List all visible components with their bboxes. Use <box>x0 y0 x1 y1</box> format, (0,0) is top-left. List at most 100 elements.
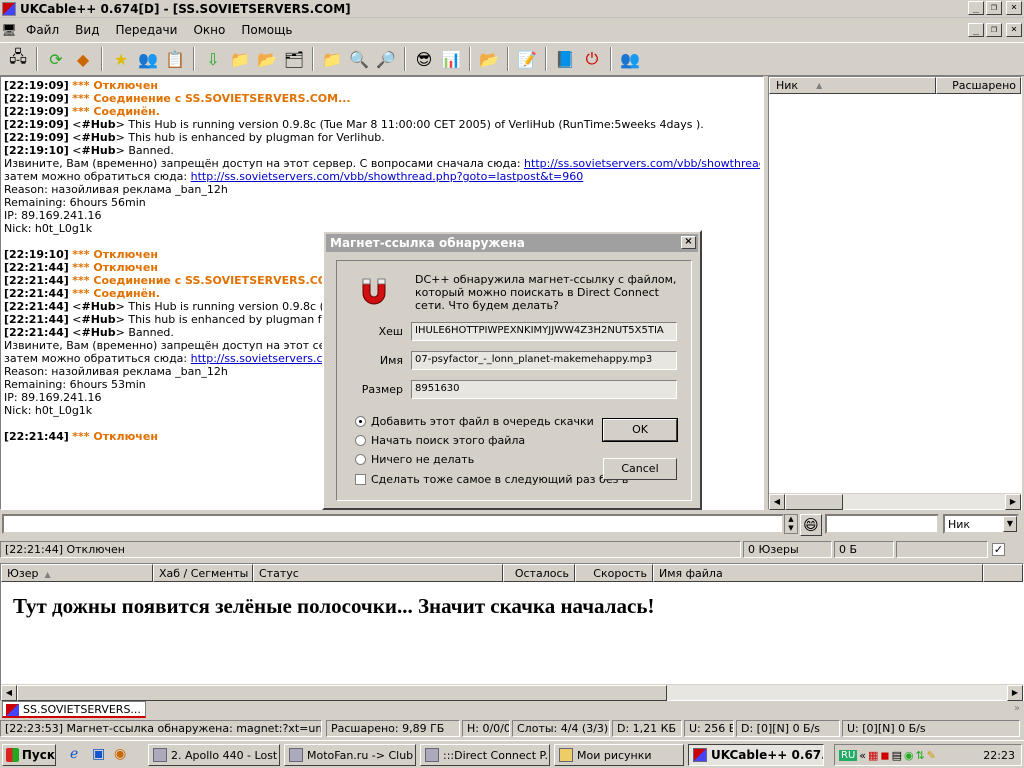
option-add-queue[interactable]: Добавить этот файл в очередь скачки <box>355 415 594 428</box>
media-player-icon[interactable]: ◉ <box>114 746 126 762</box>
menu-help[interactable]: Помощь <box>233 23 300 37</box>
chat-nick[interactable]: #Hub <box>82 118 116 131</box>
task-browser-motofan[interactable]: MotoFan.ru -> Club ... <box>284 744 416 766</box>
transfers-hscrollbar[interactable]: ◀ ▶ <box>1 684 1023 701</box>
chat-nick[interactable]: #Hub <box>82 313 116 326</box>
userlist-hscrollbar[interactable]: ◀ ▶ <box>769 493 1021 510</box>
option-search[interactable]: Начать поиск этого файла <box>355 434 525 447</box>
column-hub-segments[interactable]: Хаб / Сегменты <box>153 564 253 582</box>
main-status-bar: [22:23:53] Магнет-ссылка обнаружена: mag… <box>0 720 1024 738</box>
message-input[interactable] <box>2 514 784 534</box>
filter-column-select[interactable]: Ник ▼ <box>943 514 1019 534</box>
users-block-icon[interactable]: 👥 <box>618 47 642 71</box>
remember-choice[interactable]: Сделать тоже самое в следующий раз без в <box>355 473 628 486</box>
menu-window[interactable]: Окно <box>185 23 233 37</box>
mdi-restore-button[interactable]: ❐ <box>986 23 1002 37</box>
adl-search-icon[interactable]: 🔎 <box>374 47 398 71</box>
favorite-hubs-icon[interactable]: ★ <box>109 47 133 71</box>
finished-downloads-icon[interactable]: 📁 <box>228 47 252 71</box>
mdi-close-button[interactable]: × <box>1006 23 1022 37</box>
tab-hub[interactable]: SS.SOVIETSERVERS... <box>2 701 146 718</box>
restore-button[interactable]: ❐ <box>986 1 1002 15</box>
favorite-users-icon[interactable]: 👥 <box>136 47 160 71</box>
notepad-icon[interactable]: 📘 <box>553 47 577 71</box>
column-filename[interactable]: Имя файла <box>653 564 983 582</box>
show-desktop-icon[interactable]: ▣ <box>92 746 105 762</box>
task-my-pictures[interactable]: Мои рисунки <box>554 744 684 766</box>
user-filter-input[interactable] <box>825 514 939 534</box>
tray-app-icon[interactable]: ▦ <box>868 749 878 762</box>
column-extra[interactable] <box>983 564 1023 582</box>
remember-checkbox[interactable] <box>355 474 366 485</box>
scroll-thumb[interactable] <box>785 494 843 510</box>
app-menu-icon[interactable]: 🖥 <box>0 18 18 42</box>
show-userlist-checkbox[interactable]: ✓ <box>992 543 1005 556</box>
chevron-down-icon[interactable]: ▼ <box>1003 516 1017 532</box>
search-folder-icon[interactable]: 📁 <box>320 47 344 71</box>
search-icon[interactable]: 🔍 <box>347 47 371 71</box>
radio-add-queue[interactable] <box>355 416 366 427</box>
size-field[interactable]: 8951630 <box>411 380 677 399</box>
ok-button[interactable]: OK <box>602 418 678 442</box>
finished-uploads-icon[interactable]: 🗂 <box>282 47 306 71</box>
search-spy-icon[interactable]: 😎 <box>412 47 436 71</box>
name-field[interactable]: 07-psyfactor_-_lonn_planet-makemehappy.m… <box>411 351 677 370</box>
upload-queue-icon[interactable]: 📂 <box>255 47 279 71</box>
scroll-left-icon[interactable]: ◀ <box>1 685 17 701</box>
column-nick[interactable]: Ник ▲ <box>769 77 936 94</box>
tray-app-icon[interactable]: ✎ <box>927 749 936 762</box>
radio-nothing[interactable] <box>355 454 366 465</box>
start-button[interactable]: Пуск <box>2 744 56 766</box>
download-queue-icon[interactable]: ⇩ <box>201 47 225 71</box>
ie-icon[interactable]: ℯ <box>70 746 78 762</box>
language-indicator[interactable]: RU <box>839 749 858 761</box>
open-file-list-icon[interactable]: 📂 <box>477 47 501 71</box>
menu-file[interactable]: Файл <box>18 23 67 37</box>
task-browser-dc[interactable]: :::Direct Connect P... <box>420 744 550 766</box>
recent-hubs-icon[interactable]: 📋 <box>163 47 187 71</box>
tray-expand-icon[interactable]: « <box>859 749 866 762</box>
network-stats-icon[interactable]: 📊 <box>439 47 463 71</box>
menu-view[interactable]: Вид <box>67 23 107 37</box>
chat-nick[interactable]: #Hub <box>82 326 116 339</box>
user-list[interactable]: Ник ▲ Расшарено ◀ ▶ <box>768 76 1022 510</box>
column-status[interactable]: Статус <box>253 564 503 582</box>
shutdown-icon[interactable]: ⏻ <box>580 47 604 71</box>
dialog-close-button[interactable]: × <box>681 236 696 249</box>
cancel-button[interactable]: Cancel <box>603 458 677 480</box>
chat-link[interactable]: http://ss.sovietservers.com/vbb/showthre… <box>191 170 584 183</box>
tray-network-icon[interactable]: ▤ <box>892 749 902 762</box>
scroll-left-icon[interactable]: ◀ <box>769 494 785 510</box>
transfers-panel[interactable]: Юзер ▲ Хаб / Сегменты Статус Осталось Ско… <box>0 563 1024 701</box>
scroll-thumb[interactable] <box>17 685 667 701</box>
follow-redirect-icon[interactable]: ◆ <box>71 47 95 71</box>
column-shared[interactable]: Расшарено <box>936 77 1021 94</box>
tray-app-icon[interactable]: ◼ <box>880 749 889 762</box>
chat-nick[interactable]: #Hub <box>82 131 116 144</box>
mdi-minimize-button[interactable]: _ <box>968 23 984 37</box>
menu-transfers[interactable]: Передачи <box>107 23 185 37</box>
chat-link[interactable]: http://ss.sovietservers.com/vbb/showthre… <box>524 157 760 170</box>
radio-search[interactable] <box>355 435 366 446</box>
close-button[interactable]: × <box>1006 1 1022 15</box>
hash-field[interactable]: IHULE6HOTTPIWPEXNKIMYJJWW4Z3H2NUT5X5TIA <box>411 322 677 341</box>
chat-nick[interactable]: #Hub <box>82 144 116 157</box>
column-user[interactable]: Юзер ▲ <box>1 564 153 582</box>
scroll-right-icon[interactable]: ▶ <box>1005 494 1021 510</box>
scroll-right-icon[interactable]: ▶ <box>1007 685 1023 701</box>
chat-nick[interactable]: #Hub <box>82 300 116 313</box>
public-hubs-icon[interactable]: 🖧 <box>6 47 30 71</box>
task-winamp[interactable]: 2. Apollo 440 - Lost ... <box>148 744 280 766</box>
tray-app-icon[interactable]: ⇅ <box>916 749 925 762</box>
emoticon-icon[interactable]: 😄 <box>800 514 822 536</box>
option-nothing[interactable]: Ничего не делать <box>355 453 474 466</box>
tray-app-icon[interactable]: ◉ <box>904 749 914 762</box>
message-spin-icon[interactable]: ▲ ▼ <box>784 514 798 534</box>
tabs-scroll-icon[interactable]: » <box>1014 703 1020 714</box>
minimize-button[interactable]: _ <box>968 1 984 15</box>
settings-icon[interactable]: 📝 <box>515 47 539 71</box>
task-ukcable[interactable]: UKCable++ 0.67... <box>688 744 824 766</box>
column-remaining[interactable]: Осталось <box>503 564 575 582</box>
column-speed[interactable]: Скорость <box>575 564 653 582</box>
reconnect-icon[interactable]: ⟳ <box>44 47 68 71</box>
